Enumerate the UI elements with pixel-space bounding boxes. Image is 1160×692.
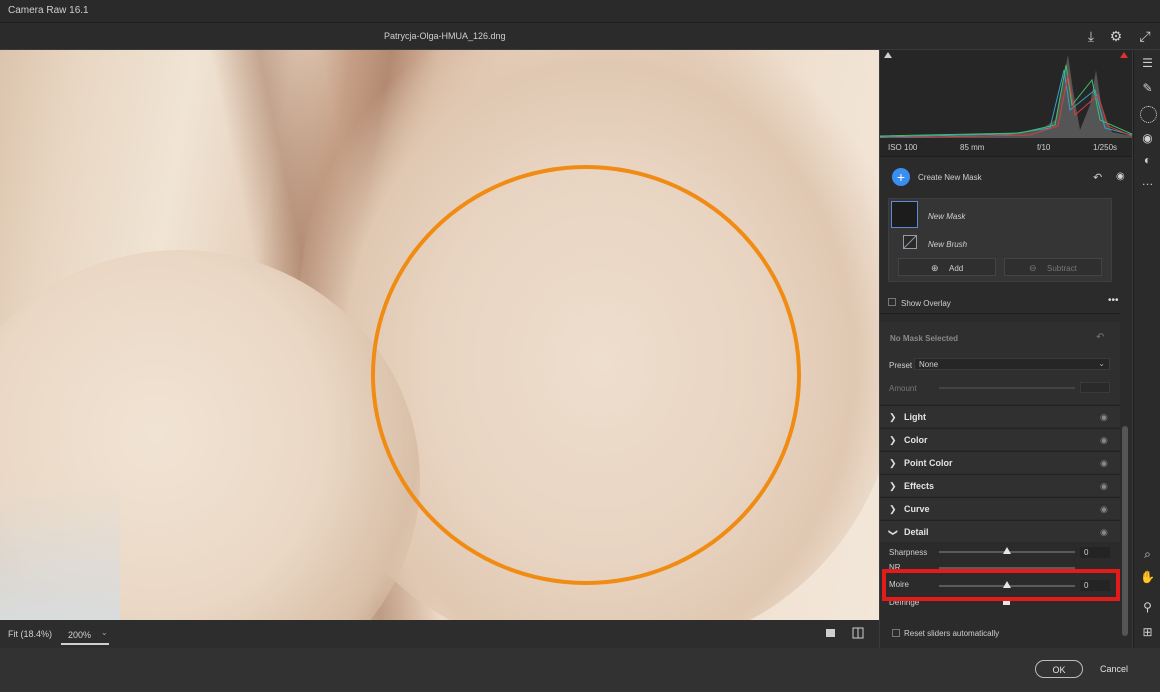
healing-icon[interactable]: ✎ (1140, 81, 1155, 96)
edit-sliders-icon[interactable]: ☰ (1140, 56, 1155, 71)
amount-slider[interactable] (939, 387, 1075, 389)
dialog-footer (0, 648, 1160, 692)
no-mask-label: No Mask Selected (890, 334, 959, 343)
reset-sliders-label: Reset sliders automatically (904, 629, 1000, 638)
more-icon[interactable]: … (1140, 174, 1155, 189)
shutter-speed: 1/250s (1093, 143, 1118, 152)
masking-icon[interactable] (1140, 106, 1157, 123)
fit-zoom-button[interactable]: Fit (18.4%) (8, 629, 52, 639)
color-sampler-icon[interactable]: ⚲ (1140, 600, 1155, 615)
show-overlay-label: Show Overlay (901, 299, 951, 308)
before-after-icon[interactable] (852, 627, 864, 639)
aperture: f/10 (1037, 143, 1051, 152)
image-preview[interactable] (0, 50, 879, 620)
chevron-down-icon: ❯ (888, 528, 899, 537)
hand-icon[interactable]: ✋ (1140, 570, 1155, 585)
chevron-right-icon: ❯ (889, 435, 897, 445)
add-label: Add (949, 264, 964, 273)
mask-name[interactable]: New Mask (928, 212, 965, 221)
eye-icon[interactable]: ◉ (1100, 504, 1108, 515)
eye-icon[interactable]: ◉ (1100, 458, 1108, 469)
chevron-down-icon: ⌄ (1098, 359, 1105, 368)
amount-value[interactable] (1080, 382, 1110, 393)
eye-icon[interactable]: ◉ (1100, 527, 1108, 538)
single-view-icon[interactable] (825, 627, 837, 639)
section-color[interactable]: ❯ Color ◉ (880, 428, 1120, 450)
camera-info: ISO 100 85 mm f/10 1/250s (880, 138, 1132, 157)
section-label: Effects (904, 481, 935, 491)
fullscreen-icon[interactable]: ⤢ (1137, 28, 1153, 44)
chevron-right-icon: ❯ (889, 504, 897, 514)
annotation-highlight-box (882, 569, 1120, 601)
reset-icon[interactable]: ↶ (1096, 332, 1104, 343)
show-overlay-checkbox[interactable] (888, 298, 896, 306)
preset-value: None (919, 360, 939, 369)
more-options-icon[interactable]: ••• (1108, 295, 1119, 306)
save-icon[interactable]: ⤓ (1083, 28, 1099, 44)
photo-background (0, 480, 120, 620)
reset-mask-icon[interactable]: ↶ (1093, 171, 1102, 184)
section-point-color[interactable]: ❯ Point Color ◉ (880, 451, 1120, 473)
brush-icon (903, 235, 917, 249)
title-bar: Camera Raw 16.1 (0, 0, 1160, 23)
eye-icon[interactable]: ◉ (1100, 481, 1108, 492)
app-title: Camera Raw 16.1 (8, 5, 89, 16)
redeye-icon[interactable]: ◉ (1140, 131, 1155, 146)
tool-strip: ☰ ✎ ◉ ◐ … ⌕ ✋ ⚲ ⊞ (1133, 50, 1160, 648)
chevron-right-icon: ❯ (889, 458, 897, 468)
section-label: Detail (904, 527, 929, 537)
chevron-right-icon: ❯ (889, 412, 897, 422)
histogram (880, 50, 1132, 138)
settings-icon[interactable]: ⚙ (1108, 28, 1124, 44)
section-light[interactable]: ❯ Light ◉ (880, 405, 1120, 427)
mask-thumbnail[interactable] (891, 201, 918, 228)
section-detail[interactable]: ❯ Detail ◉ (880, 520, 1120, 542)
cancel-button[interactable]: Cancel (1100, 664, 1128, 674)
eye-icon[interactable]: ◉ (1100, 412, 1108, 423)
section-curve[interactable]: ❯ Curve ◉ (880, 497, 1120, 519)
chevron-down-icon[interactable]: ⌄ (101, 628, 108, 637)
highlight-circle (371, 165, 801, 585)
subtract-button[interactable]: ⊖ Subtract (1004, 258, 1102, 276)
divider (880, 313, 1120, 314)
section-label: Light (904, 412, 926, 422)
sharpness-value[interactable]: 0 (1080, 547, 1110, 558)
subtract-label: Subtract (1047, 264, 1077, 273)
reset-sliders-checkbox[interactable] (892, 629, 900, 637)
section-label: Color (904, 435, 928, 445)
chevron-right-icon: ❯ (889, 481, 897, 491)
histogram-graph (880, 52, 1132, 138)
amount-label: Amount (889, 384, 917, 393)
add-icon: ⊕ (931, 263, 939, 273)
file-name: Patrycja-Olga-HMUA_126.dng (384, 31, 506, 41)
scrollbar-thumb[interactable] (1122, 426, 1128, 636)
sharpness-label: Sharpness (889, 548, 928, 557)
preset-label: Preset (889, 361, 913, 370)
ok-button[interactable]: OK (1035, 660, 1083, 678)
subtract-icon: ⊖ (1029, 263, 1037, 273)
grid-icon[interactable]: ⊞ (1140, 625, 1155, 640)
sharpness-slider-thumb[interactable] (1003, 547, 1011, 554)
create-mask-label[interactable]: Create New Mask (918, 173, 982, 182)
eye-icon[interactable]: ◉ (1116, 171, 1125, 182)
preview-bottom-bar: Fit (18.4%) 200% ⌄ (0, 620, 879, 648)
section-label: Point Color (904, 458, 953, 468)
zoom-icon[interactable]: ⌕ (1140, 547, 1155, 562)
eye-icon[interactable]: ◉ (1100, 435, 1108, 446)
defringe-slider-thumb[interactable] (1003, 601, 1010, 605)
section-effects[interactable]: ❯ Effects ◉ (880, 474, 1120, 496)
add-button[interactable]: ⊕ Add (898, 258, 996, 276)
brush-name[interactable]: New Brush (928, 240, 967, 249)
file-bar: Patrycja-Olga-HMUA_126.dng ⤓ ⚙ ⤢ (0, 23, 1160, 49)
iso-value: ISO 100 (888, 143, 918, 152)
preset-select[interactable]: None ⌄ (914, 358, 1110, 370)
zoom-level-label: 200% (68, 630, 92, 640)
section-label: Curve (904, 504, 930, 514)
panel-scrollbar[interactable] (1121, 316, 1129, 636)
focal-length: 85 mm (960, 143, 985, 152)
presets-icon[interactable]: ◐ (1140, 153, 1155, 168)
create-mask-button[interactable]: + (892, 168, 910, 186)
